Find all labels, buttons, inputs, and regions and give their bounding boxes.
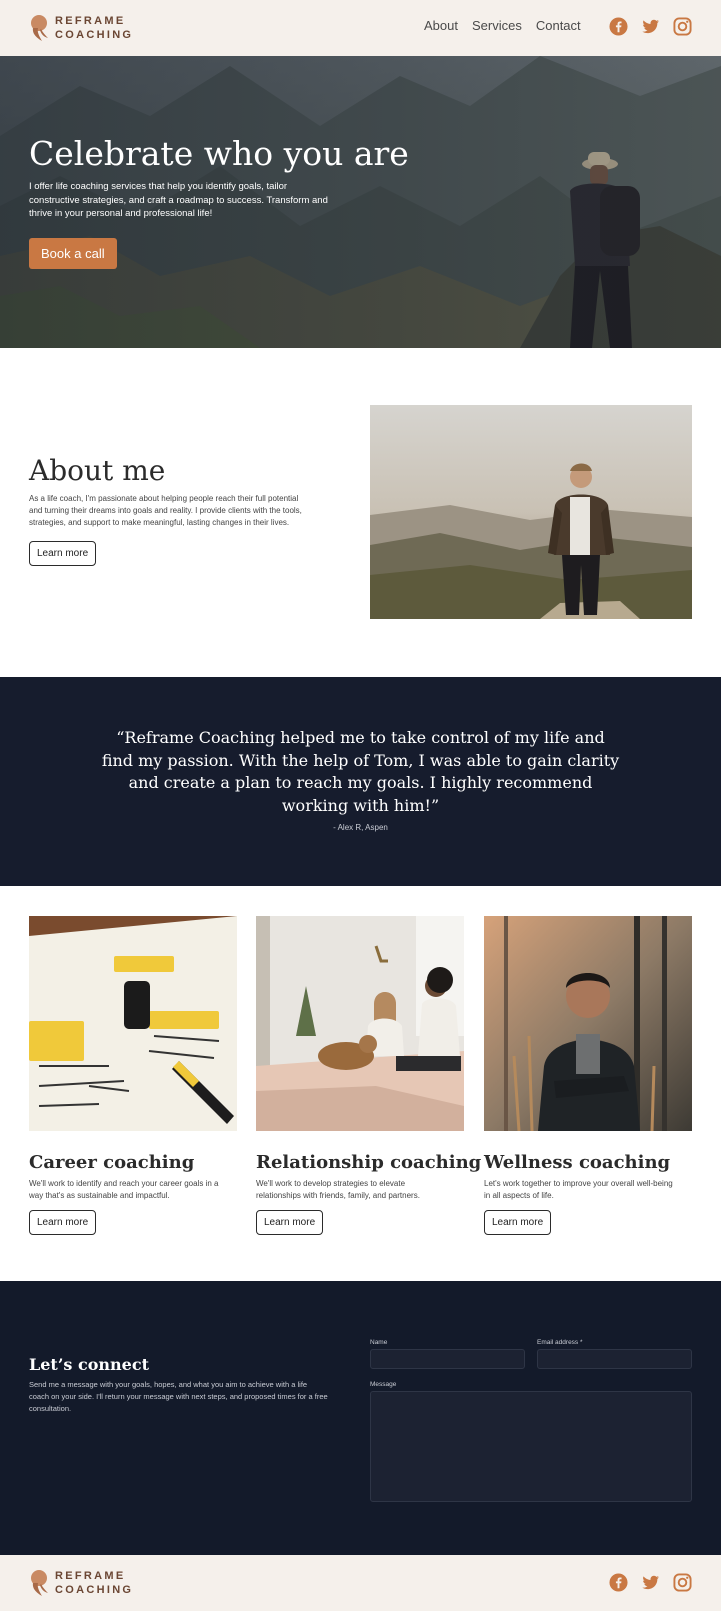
service-title-career: Career coaching [29,1152,195,1173]
service-desc-career: We'll work to identify and reach your ca… [29,1179,219,1200]
wellness-image [484,916,692,1132]
message-label: Message [370,1381,397,1388]
about-section: About me As a life coach, I'm passionate… [0,348,721,677]
twitter-icon[interactable] [641,17,660,36]
footer-logo-text: REFRAME COACHING [55,1569,133,1597]
email-label: Email address * [537,1339,583,1346]
instagram-icon[interactable] [673,17,692,36]
hero-section: Celebrate who you are I offer life coach… [0,56,721,348]
hero-text: I offer life coaching services that help… [29,181,328,219]
service-title-wellness: Wellness coaching [484,1152,671,1173]
logo-mark-icon [31,1570,48,1596]
hero-title: Celebrate who you are [29,134,409,173]
logo-text: REFRAME COACHING [55,14,133,42]
book-call-button[interactable]: Book a call [29,237,117,269]
footer-logo-line-2: COACHING [55,1584,134,1596]
about-photo [370,405,692,619]
career-learn-more-button[interactable]: Learn more [29,1210,97,1235]
wellness-learn-more-button[interactable]: Learn more [484,1210,552,1235]
nav-item-contact[interactable]: Contact [536,18,581,33]
facebook-icon[interactable] [609,17,628,36]
testimonial-quote: “Reframe Coaching helped me to take cont… [101,728,620,815]
nav-item-services[interactable]: Services [472,18,522,33]
social-links [609,17,692,36]
service-desc-wellness: Let's work together to improve your over… [484,1179,673,1200]
testimonial-author: - Alex R, Aspen [333,823,388,832]
service-card-career: Career coaching We'll work to identify a… [29,916,237,1235]
about-learn-more-button[interactable]: Learn more [29,541,97,566]
twitter-icon[interactable] [641,1573,660,1592]
instagram-icon[interactable] [673,1573,692,1592]
contact-section: Let’s connect Send me a message with you… [0,1281,721,1555]
name-label: Name [370,1339,388,1346]
career-image [29,916,237,1131]
service-title-relationship: Relationship coaching [256,1152,482,1173]
about-title: About me [29,454,166,487]
email-field[interactable] [537,1349,692,1369]
connect-body: Send me a message with your goals, hopes… [29,1380,328,1413]
facebook-icon[interactable] [609,1573,628,1592]
logo-line-2: COACHING [55,29,134,41]
testimonial-section: “Reframe Coaching helped me to take cont… [0,677,721,886]
services-section: Career coaching We'll work to identify a… [0,886,721,1281]
connect-title: Let’s connect [29,1355,149,1374]
relationship-learn-more-button[interactable]: Learn more [256,1210,324,1235]
service-desc-relationship: We'll work to develop strategies to elev… [256,1179,420,1200]
main-nav: About Services Contact [424,18,581,33]
hero-content: Celebrate who you are I offer life coach… [29,134,409,269]
message-field[interactable] [370,1391,692,1502]
footer-social-links [609,1573,692,1592]
name-field[interactable] [370,1349,525,1369]
connect-text: Let’s connect Send me a message with you… [29,1355,329,1415]
logo[interactable]: REFRAME COACHING [29,14,133,42]
service-card-relationship: Relationship coaching We'll work to deve… [256,916,482,1235]
relationship-image [256,916,464,1131]
logo-mark-icon [31,15,48,41]
service-card-wellness: Wellness coaching Let's work together to… [484,916,692,1235]
site-header: REFRAME COACHING About Services Contact [0,0,721,56]
footer-logo[interactable]: REFRAME COACHING [29,1569,133,1597]
about-text: About me As a life coach, I'm passionate… [29,453,309,566]
nav-item-about[interactable]: About [424,18,458,33]
about-body: As a life coach, I'm passionate about he… [29,494,302,527]
site-footer: REFRAME COACHING [0,1555,721,1611]
logo-line-1: REFRAME [55,15,126,27]
footer-logo-line-1: REFRAME [55,1570,126,1582]
